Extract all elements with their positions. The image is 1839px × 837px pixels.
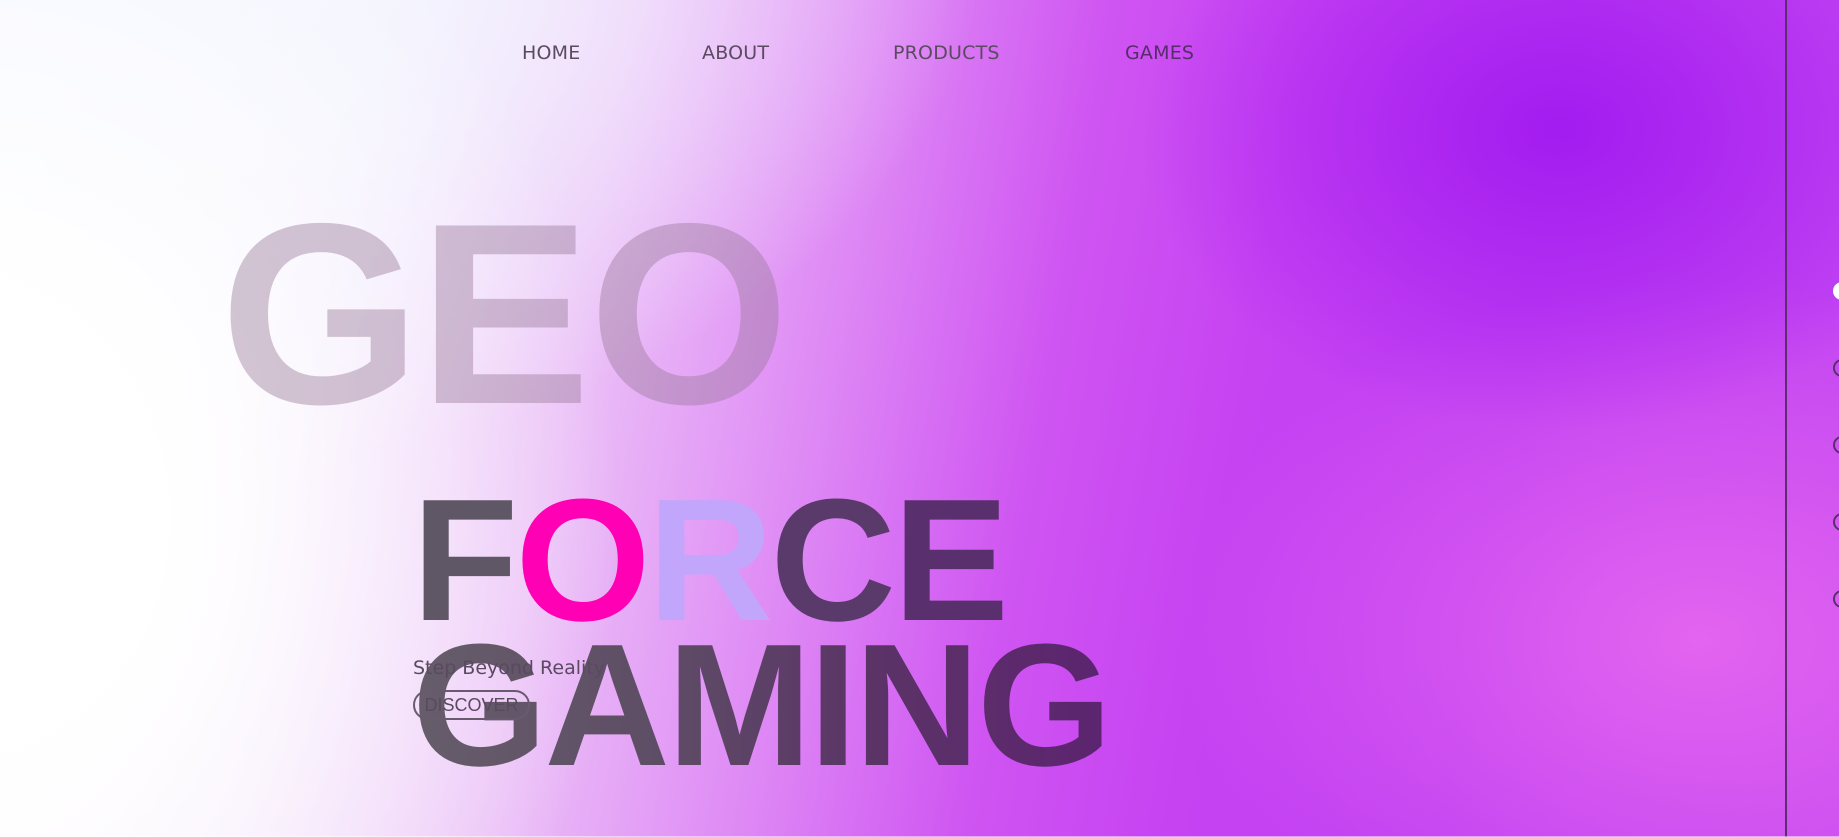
nav-link-about[interactable]: ABOUT — [702, 42, 769, 64]
nav-link-products[interactable]: PRODUCTS — [893, 42, 1000, 64]
pager-dot-3[interactable] — [1833, 436, 1839, 454]
top-nav: HOME ABOUT PRODUCTS GAMES — [0, 42, 1839, 72]
nav-link-games[interactable]: GAMES — [1125, 42, 1194, 64]
discover-button[interactable]: DISCOVER — [413, 690, 530, 720]
pager-dot-1[interactable] — [1833, 282, 1839, 300]
hero-page: HOME ABOUT PRODUCTS GAMES GEO FORCE GAMI… — [0, 0, 1839, 837]
hero-tagline: Step Beyond Reality — [413, 657, 605, 679]
pager-dot-4[interactable] — [1833, 513, 1839, 531]
pager-divider-line — [1785, 0, 1787, 837]
hero-background-word: GEO — [220, 169, 789, 458]
pager-dot-2[interactable] — [1833, 359, 1839, 377]
nav-link-home[interactable]: HOME — [522, 42, 580, 64]
pager-dot-5[interactable] — [1833, 590, 1839, 608]
